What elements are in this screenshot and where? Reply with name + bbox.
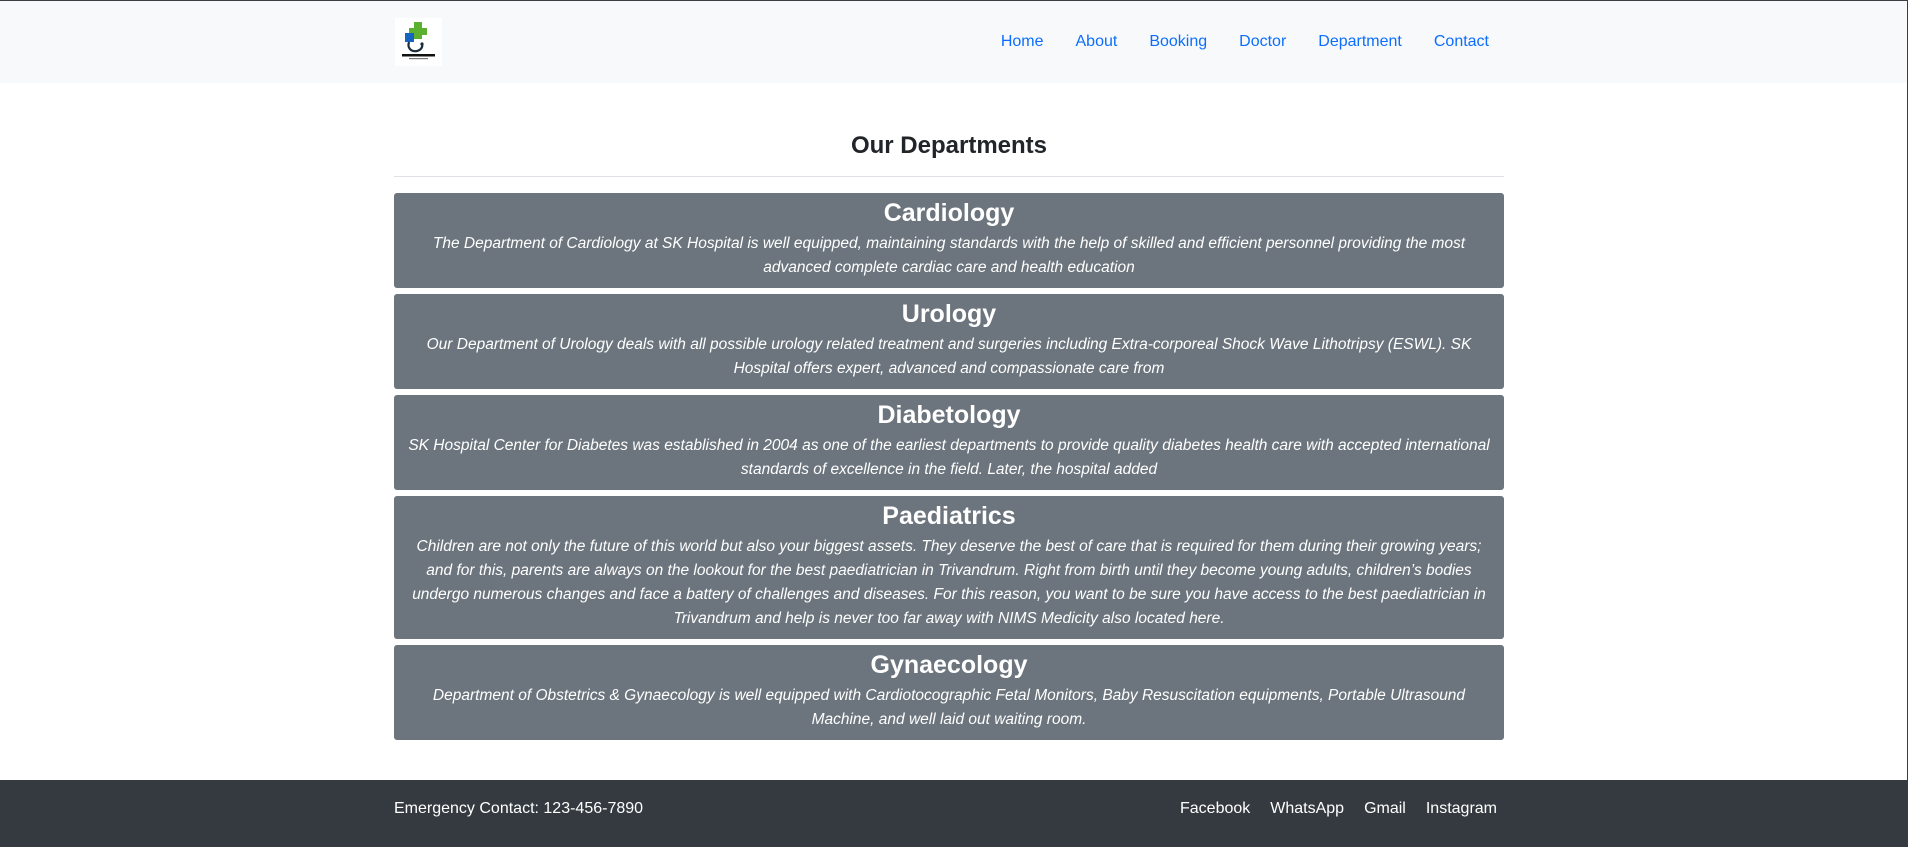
department-description: Our Department of Urology deals with all… <box>426 336 1472 377</box>
nav-contact-link[interactable]: Contact <box>1434 31 1489 53</box>
social-links: Facebook WhatsApp Gmail Instagram <box>1180 798 1497 820</box>
emergency-contact: Emergency Contact: 123-456-7890 <box>394 800 644 817</box>
department-name: Paediatrics <box>882 502 1016 530</box>
nav-home-link[interactable]: Home <box>1001 31 1044 53</box>
department-card-diabetology: Diabetology SK Hospital Center for Diabe… <box>394 395 1504 490</box>
gmail-link[interactable]: Gmail <box>1364 798 1406 820</box>
main-content: Our Departments Cardiology The Departmen… <box>394 83 1504 746</box>
health-care-logo[interactable] <box>395 18 442 66</box>
department-name: Cardiology <box>883 199 1015 227</box>
department-list: Cardiology The Department of Cardiology … <box>394 193 1504 740</box>
department-description: SK Hospital Center for Diabetes was esta… <box>408 437 1490 478</box>
navbar: Home About Booking Doctor Department Con… <box>0 1 1907 83</box>
instagram-link[interactable]: Instagram <box>1426 798 1497 820</box>
department-card-cardiology: Cardiology The Department of Cardiology … <box>394 193 1504 288</box>
department-card-paediatrics: Paediatrics Children are not only the fu… <box>394 496 1504 639</box>
nav-about-link[interactable]: About <box>1076 31 1118 53</box>
nav-doctor-link[interactable]: Doctor <box>1239 31 1286 53</box>
page-title: Our Departments <box>850 132 1048 159</box>
health-care-cross-logo-icon <box>402 22 435 60</box>
department-name: Gynaecology <box>870 651 1028 679</box>
department-description: Department of Obstetrics & Gynaecology i… <box>432 687 1466 728</box>
title-divider <box>394 176 1504 177</box>
department-description: The Department of Cardiology at SK Hospi… <box>432 235 1466 276</box>
nav-department-link[interactable]: Department <box>1318 31 1402 53</box>
department-name: Urology <box>901 300 997 328</box>
department-card-gynaecology: Gynaecology Department of Obstetrics & G… <box>394 645 1504 740</box>
nav-booking-link[interactable]: Booking <box>1149 31 1207 53</box>
department-description: Children are not only the future of this… <box>412 538 1486 627</box>
footer: Emergency Contact: 123-456-7890 Facebook… <box>0 780 1907 847</box>
department-card-urology: Urology Our Department of Urology deals … <box>394 294 1504 389</box>
nav-links: Home About Booking Doctor Department Con… <box>1001 31 1489 53</box>
browser-window: Home About Booking Doctor Department Con… <box>0 0 1908 847</box>
department-name: Diabetology <box>877 401 1021 429</box>
facebook-link[interactable]: Facebook <box>1180 798 1250 820</box>
whatsapp-link[interactable]: WhatsApp <box>1270 798 1344 820</box>
